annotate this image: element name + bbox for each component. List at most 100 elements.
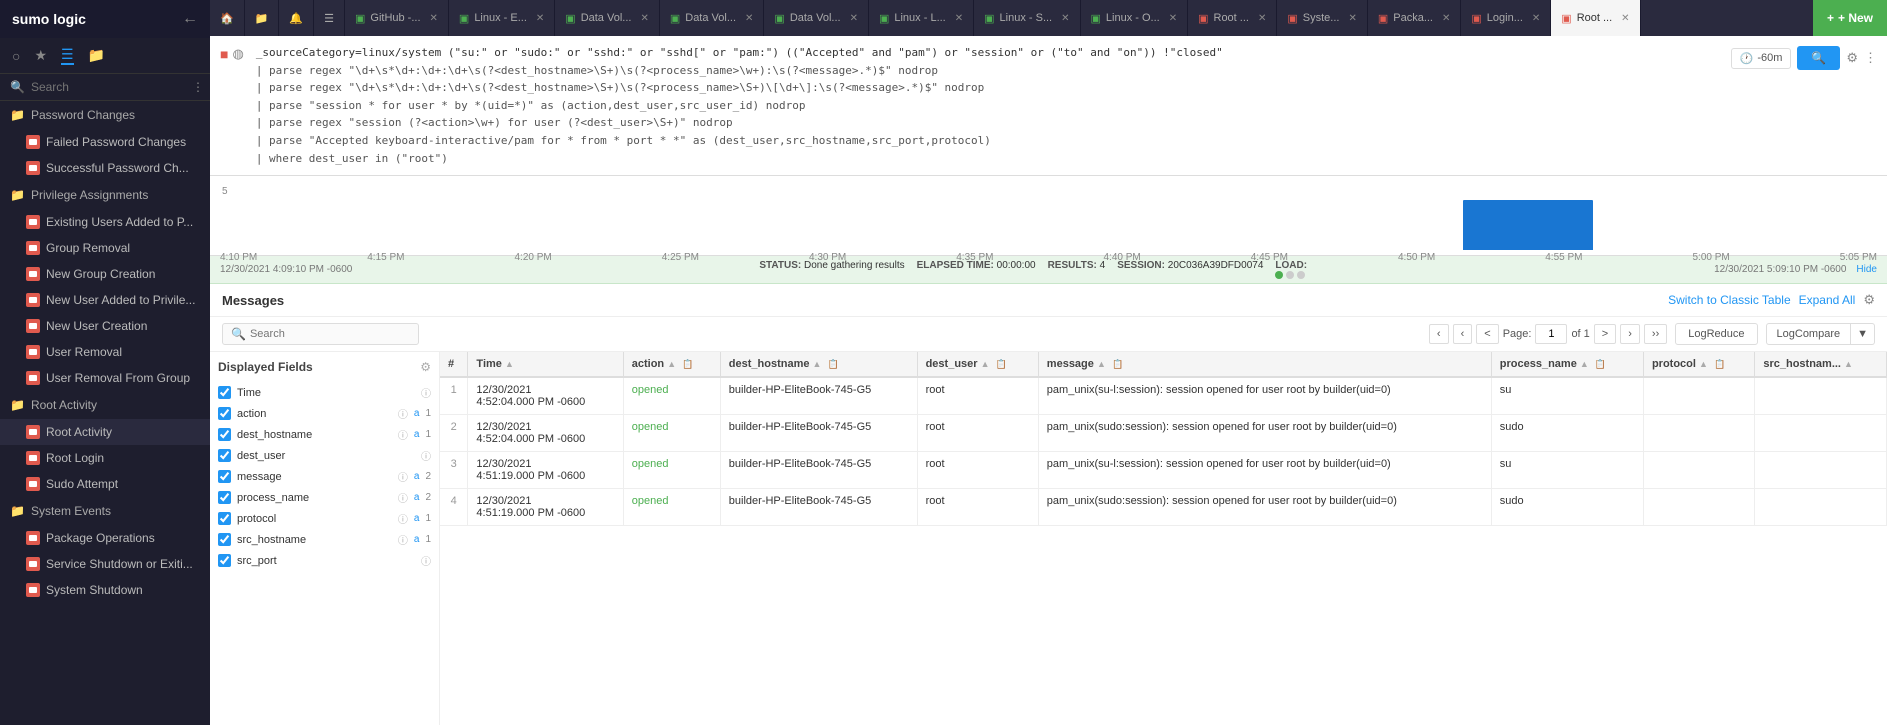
field-info-icon[interactable]: ⓘ — [421, 448, 431, 463]
sidebar-item-group-removal[interactable]: Group Removal — [0, 235, 210, 261]
tab-linux-s[interactable]: ▣ Linux - S... ✕ — [974, 0, 1080, 36]
field-checkbox[interactable] — [218, 554, 231, 567]
tab-github[interactable]: ▣ GitHub -... ✕ — [345, 0, 449, 36]
sidebar-search-input[interactable] — [31, 80, 186, 94]
more-options-icon[interactable]: ⋮ — [1864, 50, 1877, 66]
sidebar-item-existing-users[interactable]: Existing Users Added to P... — [0, 209, 210, 235]
sidebar-item-root-activity[interactable]: Root Activity — [0, 419, 210, 445]
tab-close-icon[interactable]: ✕ — [1621, 13, 1629, 24]
page-input[interactable] — [1535, 324, 1567, 344]
col-dest-hostname[interactable]: dest_hostname ▲ 📋 — [720, 352, 917, 377]
tab-data-vol-1[interactable]: ▣ Data Vol... ✕ — [555, 0, 660, 36]
col-protocol[interactable]: protocol ▲ 📋 — [1643, 352, 1754, 377]
tab-packa[interactable]: ▣ Packa... ✕ — [1368, 0, 1462, 36]
fields-panel-icon[interactable]: ⚙ — [420, 360, 431, 374]
first-page-button[interactable]: ‹ — [1429, 324, 1449, 344]
field-info-icon[interactable]: ⓘ — [398, 511, 408, 526]
tab-data-vol-2[interactable]: ▣ Data Vol... ✕ — [660, 0, 765, 36]
sidebar-menu-icon[interactable]: ⋮ — [192, 80, 204, 94]
tab-login[interactable]: ▣ Login... ✕ — [1461, 0, 1551, 36]
field-sort-icon[interactable]: a — [414, 534, 420, 545]
tab-close-icon[interactable]: ✕ — [1348, 13, 1356, 24]
field-info-icon[interactable]: ⓘ — [421, 385, 431, 400]
field-info-icon[interactable]: ⓘ — [421, 553, 431, 568]
tab-syste[interactable]: ▣ Syste... ✕ — [1277, 0, 1367, 36]
field-checkbox[interactable] — [218, 449, 231, 462]
field-sort-icon[interactable]: a — [414, 471, 420, 482]
category-root-activity[interactable]: 📁 Root Activity — [0, 391, 210, 419]
tab-linux-l[interactable]: ▣ Linux - L... ✕ — [869, 0, 974, 36]
table-settings-icon[interactable]: ⚙ — [1863, 292, 1875, 308]
field-sort-icon[interactable]: a — [414, 513, 420, 524]
tab-root-1[interactable]: ▣ Root ... ✕ — [1188, 0, 1277, 36]
sidebar-item-successful-password[interactable]: Successful Password Ch... — [0, 155, 210, 181]
next-page-button2[interactable]: › — [1620, 324, 1640, 344]
prev-page-button[interactable]: ‹ — [1453, 324, 1473, 344]
tab-close-icon[interactable]: ✕ — [1061, 13, 1069, 24]
sidebar-item-new-group[interactable]: New Group Creation — [0, 261, 210, 287]
category-password-changes[interactable]: 📁 Password Changes — [0, 101, 210, 129]
prev-page-button2[interactable]: < — [1476, 324, 1498, 344]
search-button[interactable]: 🔍 — [1797, 46, 1840, 70]
logcompare-dropdown-button[interactable]: ▼ — [1851, 323, 1875, 345]
field-info-icon[interactable]: ⓘ — [398, 490, 408, 505]
tab-close-icon[interactable]: ✕ — [640, 13, 648, 24]
field-checkbox[interactable] — [218, 470, 231, 483]
field-info-icon[interactable]: ⓘ — [398, 427, 408, 442]
hide-link[interactable]: Hide — [1856, 264, 1877, 275]
tab-close-icon[interactable]: ✕ — [1169, 13, 1177, 24]
sidebar-item-service-shutdown[interactable]: Service Shutdown or Exiti... — [0, 551, 210, 577]
logcompare-button[interactable]: LogCompare — [1766, 323, 1852, 345]
field-sort-icon[interactable]: a — [414, 408, 420, 419]
field-checkbox[interactable] — [218, 491, 231, 504]
col-src-hostname[interactable]: src_hostnam... ▲ — [1755, 352, 1887, 377]
sidebar-item-system-shutdown[interactable]: System Shutdown — [0, 577, 210, 603]
sidebar-item-user-removal-from-group[interactable]: User Removal From Group — [0, 365, 210, 391]
tab-folder[interactable]: 📁 — [245, 0, 280, 36]
field-info-icon[interactable]: ⓘ — [398, 532, 408, 547]
next-page-button[interactable]: > — [1594, 324, 1616, 344]
tab-home[interactable]: 🏠 — [210, 0, 245, 36]
messages-search-input[interactable] — [250, 328, 410, 340]
new-tab-button[interactable]: + + New — [1813, 0, 1887, 36]
star-icon[interactable]: ★ — [34, 47, 47, 64]
field-checkbox[interactable] — [218, 428, 231, 441]
sidebar-item-failed-password[interactable]: Failed Password Changes — [0, 129, 210, 155]
tab-close-icon[interactable]: ✕ — [1258, 13, 1266, 24]
field-sort-icon[interactable]: a — [414, 429, 420, 440]
table-row[interactable]: 1 12/30/2021 4:52:04.000 PM -0600 opened… — [440, 377, 1887, 415]
table-row[interactable]: 2 12/30/2021 4:52:04.000 PM -0600 opened… — [440, 415, 1887, 452]
expand-all-link[interactable]: Expand All — [1799, 293, 1856, 307]
tab-linux-e[interactable]: ▣ Linux - E... ✕ — [449, 0, 555, 36]
switch-classic-link[interactable]: Switch to Classic Table — [1668, 293, 1791, 307]
tab-list[interactable]: ☰ — [314, 0, 345, 36]
tab-close-icon[interactable]: ✕ — [1442, 13, 1450, 24]
sidebar-item-new-user-creation[interactable]: New User Creation — [0, 313, 210, 339]
col-process-name[interactable]: process_name ▲ 📋 — [1491, 352, 1643, 377]
sidebar-item-new-user-added[interactable]: New User Added to Privile... — [0, 287, 210, 313]
query-text[interactable]: _sourceCategory=linux/system ("su:" or "… — [256, 44, 1723, 167]
tab-close-icon[interactable]: ✕ — [536, 13, 544, 24]
home-icon[interactable]: ○ — [12, 48, 20, 64]
table-row[interactable]: 3 12/30/2021 4:51:19.000 PM -0600 opened… — [440, 452, 1887, 489]
col-message[interactable]: message ▲ 📋 — [1038, 352, 1491, 377]
folder-icon[interactable]: 📁 — [88, 47, 105, 64]
tab-close-icon[interactable]: ✕ — [850, 13, 858, 24]
category-system-events[interactable]: 📁 System Events — [0, 497, 210, 525]
time-range-picker[interactable]: 🕐 -60m — [1731, 48, 1792, 69]
sidebar-item-sudo-attempt[interactable]: Sudo Attempt — [0, 471, 210, 497]
tab-linux-o[interactable]: ▣ Linux - O... ✕ — [1081, 0, 1189, 36]
tab-notifications[interactable]: 🔔 — [279, 0, 314, 36]
tab-data-vol-3[interactable]: ▣ Data Vol... ✕ — [764, 0, 869, 36]
tab-close-icon[interactable]: ✕ — [745, 13, 753, 24]
last-page-button[interactable]: ›› — [1644, 324, 1667, 344]
field-checkbox[interactable] — [218, 386, 231, 399]
recent-icon[interactable]: ☰ — [61, 46, 74, 65]
settings-icon[interactable]: ⚙ — [1846, 50, 1858, 66]
field-info-icon[interactable]: ⓘ — [398, 406, 408, 421]
field-sort-icon[interactable]: a — [414, 492, 420, 503]
tab-close-icon[interactable]: ✕ — [1532, 13, 1540, 24]
col-action[interactable]: action ▲ 📋 — [623, 352, 720, 377]
sidebar-item-root-login[interactable]: Root Login — [0, 445, 210, 471]
field-checkbox[interactable] — [218, 407, 231, 420]
